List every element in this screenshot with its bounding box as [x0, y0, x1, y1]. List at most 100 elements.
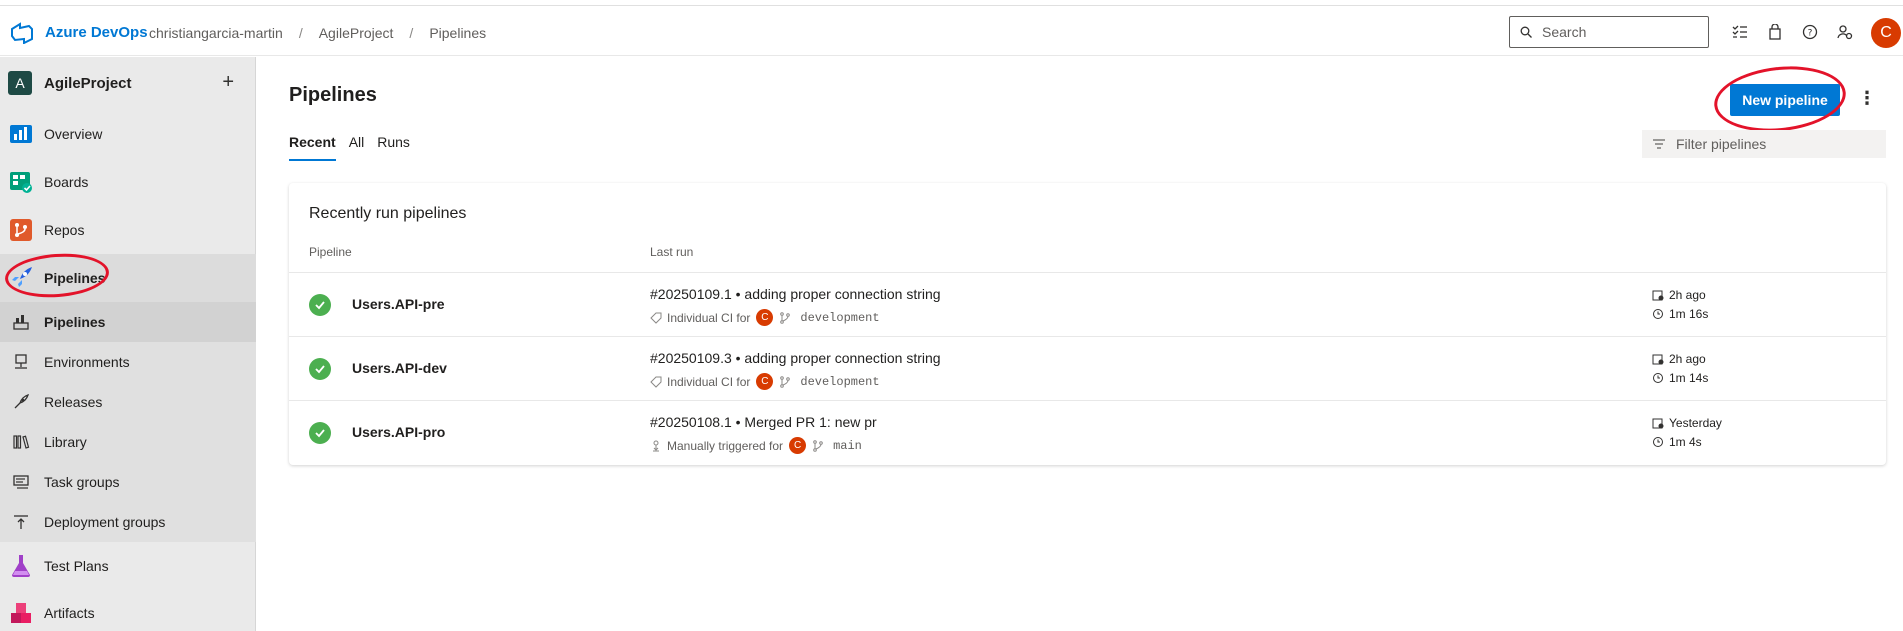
- header: Azure DevOps christiangarcia-martin / Ag…: [0, 6, 1903, 56]
- breadcrumb-project[interactable]: AgileProject: [319, 25, 394, 41]
- task-groups-icon: [13, 475, 29, 489]
- breadcrumb-page[interactable]: Pipelines: [429, 25, 486, 41]
- project-name: AgileProject: [44, 74, 132, 92]
- sidebar-item-repos[interactable]: Repos: [0, 206, 256, 254]
- clock-icon: [1653, 373, 1663, 383]
- run-title[interactable]: #20250108.1 • Merged PR 1: new pr: [650, 414, 877, 430]
- sidebar-subitem-library[interactable]: Library: [0, 422, 256, 462]
- marketplace-icon[interactable]: [1764, 21, 1786, 43]
- run-duration: 1m 4s: [1652, 435, 1702, 449]
- table-row[interactable]: Users.API-pre #20250109.1 • adding prope…: [289, 272, 1886, 336]
- azure-devops-logo-icon[interactable]: [11, 22, 33, 44]
- sidebar-item-test-plans[interactable]: Test Plans: [0, 542, 256, 590]
- add-icon[interactable]: +: [222, 71, 234, 94]
- branch-icon: [780, 375, 791, 388]
- sidebar-item-label: Artifacts: [44, 605, 95, 621]
- success-check-icon: [309, 294, 331, 316]
- branch-name[interactable]: development: [800, 375, 879, 389]
- user-settings-icon[interactable]: [1834, 21, 1856, 43]
- recent-pipelines-card: Recently run pipelines Pipeline Last run…: [289, 183, 1886, 465]
- user-avatar[interactable]: C: [1871, 18, 1901, 48]
- run-when: 2h ago: [1669, 288, 1706, 302]
- trigger-text: Individual CI for: [667, 374, 751, 389]
- run-time: 2h ago: [1652, 288, 1706, 302]
- sidebar: A AgileProject + Overview Boards Repos P…: [0, 57, 256, 631]
- run-title[interactable]: #20250109.1 • adding proper connection s…: [650, 286, 941, 302]
- sidebar-item-boards[interactable]: Boards: [0, 158, 256, 206]
- user-avatar: C: [756, 309, 774, 326]
- clock-icon: [1653, 437, 1663, 447]
- sidebar-item-label: Pipelines: [44, 314, 106, 330]
- calendar-icon: [1652, 418, 1664, 429]
- breadcrumb: christiangarcia-martin / AgileProject / …: [149, 25, 486, 41]
- sidebar-subitem-releases[interactable]: Releases: [0, 382, 256, 422]
- run-meta: Individual CI for C development: [650, 309, 880, 326]
- run-when: 2h ago: [1669, 352, 1706, 366]
- brand-name[interactable]: Azure DevOps: [45, 24, 148, 41]
- help-icon[interactable]: ?: [1799, 21, 1821, 43]
- card-title: Recently run pipelines: [309, 205, 467, 222]
- work-items-icon[interactable]: [1729, 21, 1751, 43]
- search-box[interactable]: [1509, 16, 1709, 48]
- releases-icon: [14, 393, 30, 409]
- breadcrumb-separator: /: [298, 25, 303, 41]
- pipeline-name[interactable]: Users.API-pre: [352, 296, 445, 312]
- page-title: Pipelines: [289, 84, 377, 106]
- sidebar-item-overview[interactable]: Overview: [0, 110, 256, 158]
- column-header-pipeline: Pipeline: [309, 245, 352, 259]
- tab-runs[interactable]: Runs: [377, 134, 410, 161]
- user-avatar: C: [756, 373, 774, 390]
- trigger-text: Individual CI for: [667, 310, 751, 325]
- tab-all[interactable]: All: [349, 134, 365, 161]
- overview-icon: [10, 125, 32, 143]
- run-when: Yesterday: [1669, 416, 1722, 430]
- table-row[interactable]: Users.API-dev #20250109.3 • adding prope…: [289, 336, 1886, 400]
- run-time: 2h ago: [1652, 352, 1706, 366]
- filter-icon: [1653, 139, 1665, 149]
- run-duration-value: 1m 16s: [1669, 307, 1709, 321]
- tab-bar: Recent All Runs: [289, 134, 423, 161]
- success-check-icon: [309, 422, 331, 444]
- project-badge: A: [8, 71, 32, 95]
- sidebar-item-label: Environments: [44, 354, 130, 370]
- project-selector[interactable]: A AgileProject +: [8, 67, 248, 99]
- sidebar-item-label: Test Plans: [44, 558, 109, 574]
- library-icon: [13, 435, 30, 449]
- sidebar-subitem-task-groups[interactable]: Task groups: [0, 462, 256, 502]
- tag-icon: [650, 376, 662, 388]
- run-time: Yesterday: [1652, 416, 1722, 430]
- pipeline-name[interactable]: Users.API-pro: [352, 424, 445, 440]
- branch-name[interactable]: development: [800, 311, 879, 325]
- sidebar-item-label: Deployment groups: [44, 514, 166, 530]
- deployment-groups-icon: [14, 515, 28, 529]
- search-input[interactable]: [1542, 24, 1692, 40]
- sidebar-item-label: Repos: [44, 222, 85, 238]
- branch-name[interactable]: main: [833, 439, 862, 453]
- tab-recent[interactable]: Recent: [289, 134, 336, 161]
- sidebar-subitem-pipelines[interactable]: Pipelines: [0, 302, 256, 342]
- filter-input[interactable]: [1676, 136, 1876, 152]
- sidebar-subitem-environments[interactable]: Environments: [0, 342, 256, 382]
- search-icon: [1520, 26, 1532, 38]
- run-meta: Individual CI for C development: [650, 373, 880, 390]
- branch-icon: [813, 439, 823, 452]
- more-options-icon[interactable]: ⋮: [1858, 88, 1876, 109]
- sidebar-item-label: Overview: [44, 126, 103, 142]
- sidebar-subitem-deployment-groups[interactable]: Deployment groups: [0, 502, 256, 542]
- table-row[interactable]: Users.API-pro #20250108.1 • Merged PR 1:…: [289, 400, 1886, 464]
- breadcrumb-separator: /: [409, 25, 414, 41]
- run-duration-value: 1m 14s: [1669, 371, 1709, 385]
- user-avatar: C: [789, 437, 807, 454]
- repos-icon: [10, 219, 32, 241]
- run-duration: 1m 14s: [1652, 371, 1708, 385]
- breadcrumb-org[interactable]: christiangarcia-martin: [149, 25, 283, 41]
- clock-icon: [1653, 309, 1663, 319]
- environments-icon: [15, 354, 27, 369]
- calendar-icon: [1652, 290, 1664, 301]
- pipeline-name[interactable]: Users.API-dev: [352, 360, 447, 376]
- sidebar-item-label: Releases: [44, 394, 103, 410]
- sidebar-item-artifacts[interactable]: Artifacts: [0, 589, 256, 631]
- calendar-icon: [1652, 354, 1664, 365]
- filter-box[interactable]: [1642, 130, 1886, 158]
- run-title[interactable]: #20250109.3 • adding proper connection s…: [650, 350, 941, 366]
